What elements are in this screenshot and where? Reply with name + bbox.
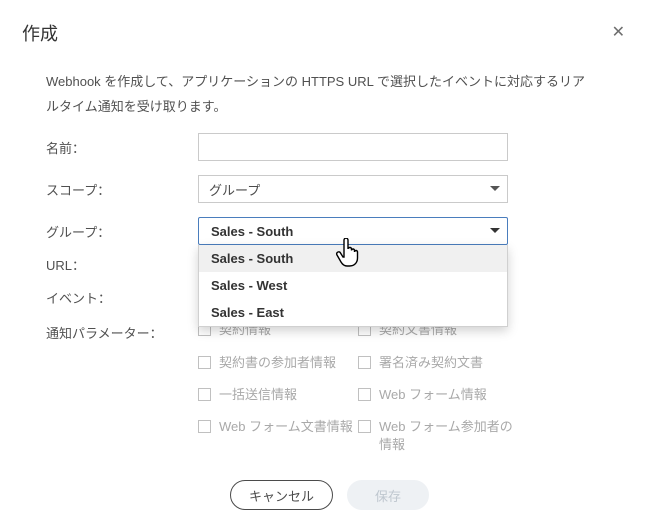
label-name: 名前： [46,138,198,157]
close-icon[interactable]: ✕ [608,21,629,45]
label-events: イベント： [46,288,198,307]
param-checkbox[interactable]: 一括送信情報 [198,386,358,404]
row-scope: スコープ： グループ [46,175,629,203]
label-scope: スコープ： [46,180,198,199]
row-name: 名前： [46,133,629,161]
group-dropdown-list: Sales - South Sales - West Sales - East [198,245,508,327]
dialog-title: 作成 [22,20,58,46]
param-checkbox[interactable]: Web フォーム情報 [358,386,518,404]
label-url: URL： [46,255,198,274]
dialog-description: Webhook を作成して、アプリケーションの HTTPS URL で選択したイ… [46,70,586,119]
form: 名前： スコープ： グループ グループ： [46,133,629,454]
checkbox-icon [198,388,211,401]
row-params: 通知パラメーター： 契約情報 契約文書情報 契約書の参加者情報 署名済み契約文書… [46,321,629,454]
checkbox-icon [198,356,211,369]
param-label: 一括送信情報 [219,386,297,404]
param-checkbox[interactable]: Web フォーム参加者の情報 [358,418,518,454]
param-label: Web フォーム文書情報 [219,418,353,436]
dialog-header: 作成 ✕ [22,20,629,66]
checkbox-icon [198,420,211,433]
group-option[interactable]: Sales - West [199,272,507,299]
param-checkbox[interactable]: 署名済み契約文書 [358,354,518,372]
name-input[interactable] [198,133,508,161]
save-button: 保存 [347,480,429,510]
group-select-value: Sales - South [211,224,293,239]
checkbox-icon [358,388,371,401]
scope-select[interactable]: グループ [198,175,508,203]
checkbox-icon [358,420,371,433]
param-label: 署名済み契約文書 [379,354,483,372]
param-checkbox[interactable]: Web フォーム文書情報 [198,418,358,454]
group-option[interactable]: Sales - East [199,299,507,326]
row-group: グループ： Sales - South Sales - South Sales … [46,217,629,245]
group-select[interactable]: Sales - South [198,217,508,245]
dialog-footer: キャンセル 保存 [0,480,659,510]
label-params: 通知パラメーター： [46,321,198,454]
group-option[interactable]: Sales - South [199,245,507,272]
label-group: グループ： [46,222,198,241]
create-webhook-dialog: 作成 ✕ Webhook を作成して、アプリケーションの HTTPS URL で… [0,0,659,454]
param-label: Web フォーム参加者の情報 [379,418,518,454]
param-checkbox[interactable]: 契約書の参加者情報 [198,354,358,372]
params-grid: 契約情報 契約文書情報 契約書の参加者情報 署名済み契約文書 一括送信情報 We… [198,321,578,454]
param-label: Web フォーム情報 [379,386,487,404]
param-label: 契約書の参加者情報 [219,354,336,372]
scope-select-value: グループ [209,180,260,199]
cancel-button[interactable]: キャンセル [230,480,333,510]
checkbox-icon [358,356,371,369]
